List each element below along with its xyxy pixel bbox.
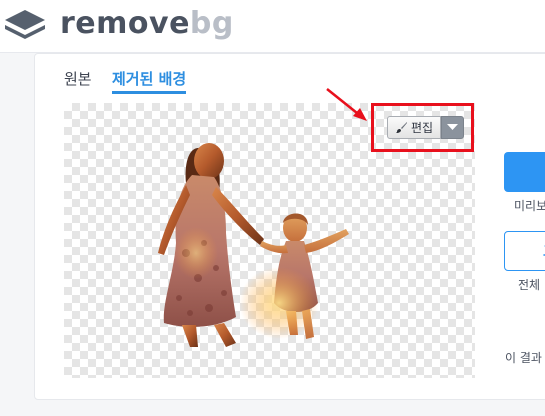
tab-original[interactable]: 원본 <box>64 68 92 90</box>
rate-result-text: 이 결과 <box>505 351 542 365</box>
logo-icon[interactable] <box>4 8 46 42</box>
download-hd-caption: 전체 <box>518 278 541 292</box>
logo-accent: bg <box>189 6 234 41</box>
download-hd-button[interactable]: 고 <box>504 231 545 271</box>
download-caption: 미리보 <box>514 199 545 213</box>
highlight-box <box>371 103 474 152</box>
top-bar: removebg <box>0 0 545 53</box>
annotation-arrow-icon <box>326 88 367 121</box>
logo-main: remove <box>60 6 190 41</box>
logo-wordmark[interactable]: removebg <box>60 6 234 41</box>
download-button[interactable] <box>504 152 545 192</box>
tab-removed-background[interactable]: 제거된 배경 <box>112 68 187 94</box>
